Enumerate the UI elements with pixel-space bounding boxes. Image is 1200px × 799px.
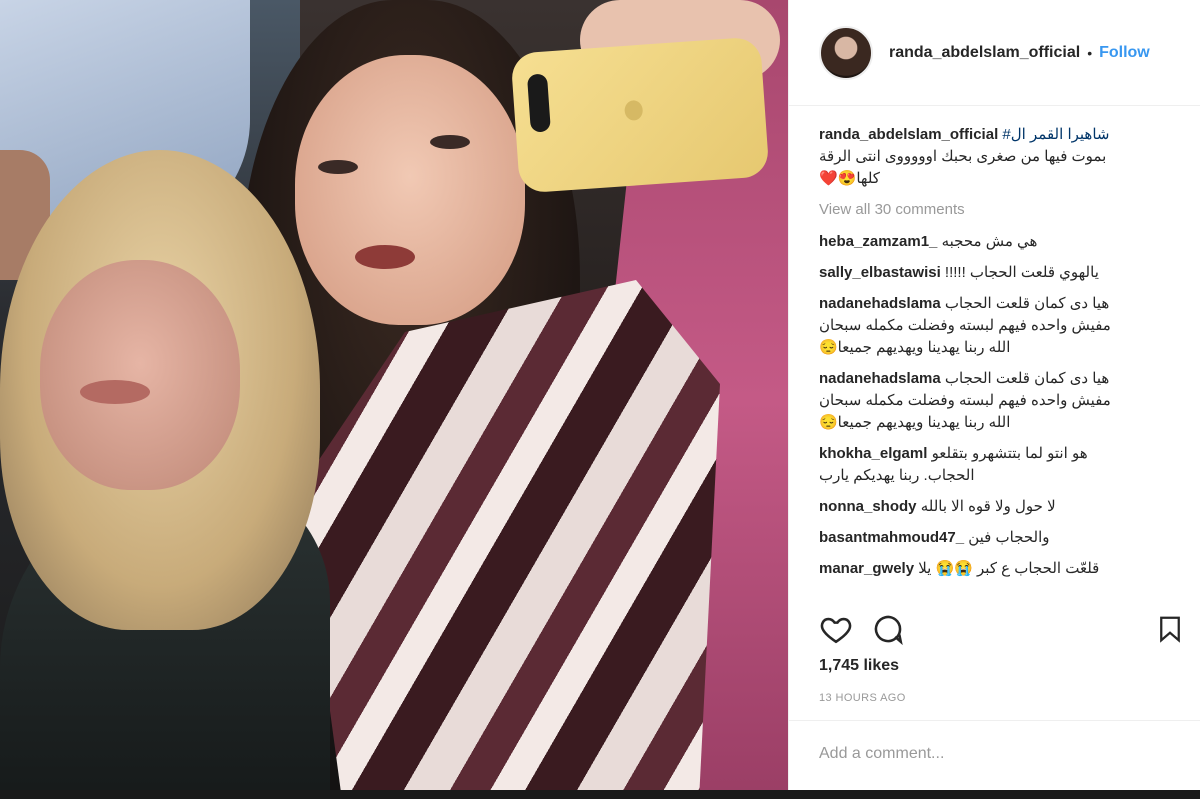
post-side-panel: randa_abdelslam_official • Follow randa_… <box>788 0 1200 790</box>
view-all-comments-link[interactable]: View all 30 comments <box>819 199 1189 221</box>
comment-username[interactable]: heba_zamzam1_ <box>819 233 937 250</box>
comment-text: يالهوي قلعت الحجاب !!!!! <box>944 264 1099 281</box>
comment-text: مفيش واحده فيهم لبسته وفضلت مكمله سبحان <box>819 392 1111 409</box>
comment-text: الحجاب. ربنا يهديكم يارب <box>819 467 975 484</box>
photo-lips <box>80 380 150 404</box>
follow-button[interactable]: Follow <box>1099 44 1150 62</box>
header-username[interactable]: randa_abdelslam_official <box>889 44 1080 62</box>
bookmark-icon[interactable] <box>1155 612 1189 646</box>
comment-text: هيا دى كمان قلعت الحجاب <box>944 295 1110 312</box>
photo-phone <box>510 36 770 194</box>
comment-username[interactable]: manar_gwely <box>819 560 914 577</box>
comment-item: heba_zamzam1_ هي مش محجبه <box>819 231 1189 253</box>
post-actions <box>819 612 1185 648</box>
comment-text: الله ربنا يهدينا ويهديهم جميعا😔 <box>819 339 1011 356</box>
heart-icon[interactable] <box>819 612 853 646</box>
caption: randa_abdelslam_official شاهيرا القمر ال… <box>819 124 1189 190</box>
caption-line: بموت فيها من صغرى بحبك اوووووى انتى الرق… <box>819 148 1107 165</box>
comment-item: nadanehadslama هيا دى كمان قلعت الحجاب م… <box>819 293 1189 359</box>
photo-eye <box>430 135 470 149</box>
photo-older-woman-face <box>40 260 240 490</box>
comment-username[interactable]: nadanehadslama <box>819 295 941 312</box>
comment-text: الله ربنا يهدينا ويهديهم جميعا😔 <box>819 414 1011 431</box>
caption-hashtag[interactable]: شاهيرا القمر ال# <box>1002 126 1109 143</box>
comment-username[interactable]: basantmahmoud47_ <box>819 529 964 546</box>
post-timestamp: 13 HOURS AGO <box>819 692 906 704</box>
comment-item: nonna_shody لا حول ولا قوه الا بالله <box>819 496 1189 518</box>
separator-dot: • <box>1087 44 1093 61</box>
comment-username[interactable]: nadanehadslama <box>819 370 941 387</box>
comment-bubble-icon[interactable] <box>871 612 905 646</box>
caption-username[interactable]: randa_abdelslam_official <box>819 126 998 143</box>
comments-list[interactable]: randa_abdelslam_official شاهيرا القمر ال… <box>819 124 1189 604</box>
photo-young-woman-face <box>295 55 525 325</box>
comment-item: sally_elbastawisi يالهوي قلعت الحجاب !!!… <box>819 262 1189 284</box>
comment-username[interactable]: nonna_shody <box>819 498 917 515</box>
comment-text: لا حول ولا قوه الا بالله <box>920 498 1056 515</box>
add-comment-bar <box>789 720 1200 790</box>
comment-item: manar_gwely قلعّت الحجاب ع كبر 😭😭 يلا <box>819 558 1189 580</box>
comment-text: هو انتو لما بتتشهرو بتقلعو <box>931 445 1088 462</box>
likes-count[interactable]: 1,745 likes <box>819 657 899 675</box>
comment-item: nadanehadslama هيا دى كمان قلعت الحجاب م… <box>819 368 1189 434</box>
comment-text: مفيش واحده فيهم لبسته وفضلت مكمله سبحان <box>819 317 1111 334</box>
post-header: randa_abdelslam_official • Follow <box>789 0 1200 106</box>
comment-text: قلعّت الحجاب ع كبر 😭😭 يلا <box>918 560 1100 577</box>
comment-username[interactable]: sally_elbastawisi <box>819 264 941 281</box>
comment-item: khokha_elgaml هو انتو لما بتتشهرو بتقلعو… <box>819 443 1189 487</box>
comment-item: basantmahmoud47_ والحجاب فين <box>819 527 1189 549</box>
add-comment-input[interactable] <box>819 745 1159 763</box>
bottom-strip <box>0 790 1200 799</box>
phone-camera <box>526 73 551 133</box>
avatar[interactable] <box>819 25 873 80</box>
photo-eye <box>318 160 358 174</box>
post-photo[interactable] <box>0 0 788 790</box>
phone-logo <box>623 99 644 122</box>
comment-text: والحجاب فين <box>968 529 1050 546</box>
comment-text: هيا دى كمان قلعت الحجاب <box>944 370 1110 387</box>
caption-line: كلها😍❤️ <box>819 170 880 187</box>
comment-text: هي مش محجبه <box>941 233 1038 250</box>
comment-username[interactable]: khokha_elgaml <box>819 445 927 462</box>
photo-lips <box>355 245 415 269</box>
